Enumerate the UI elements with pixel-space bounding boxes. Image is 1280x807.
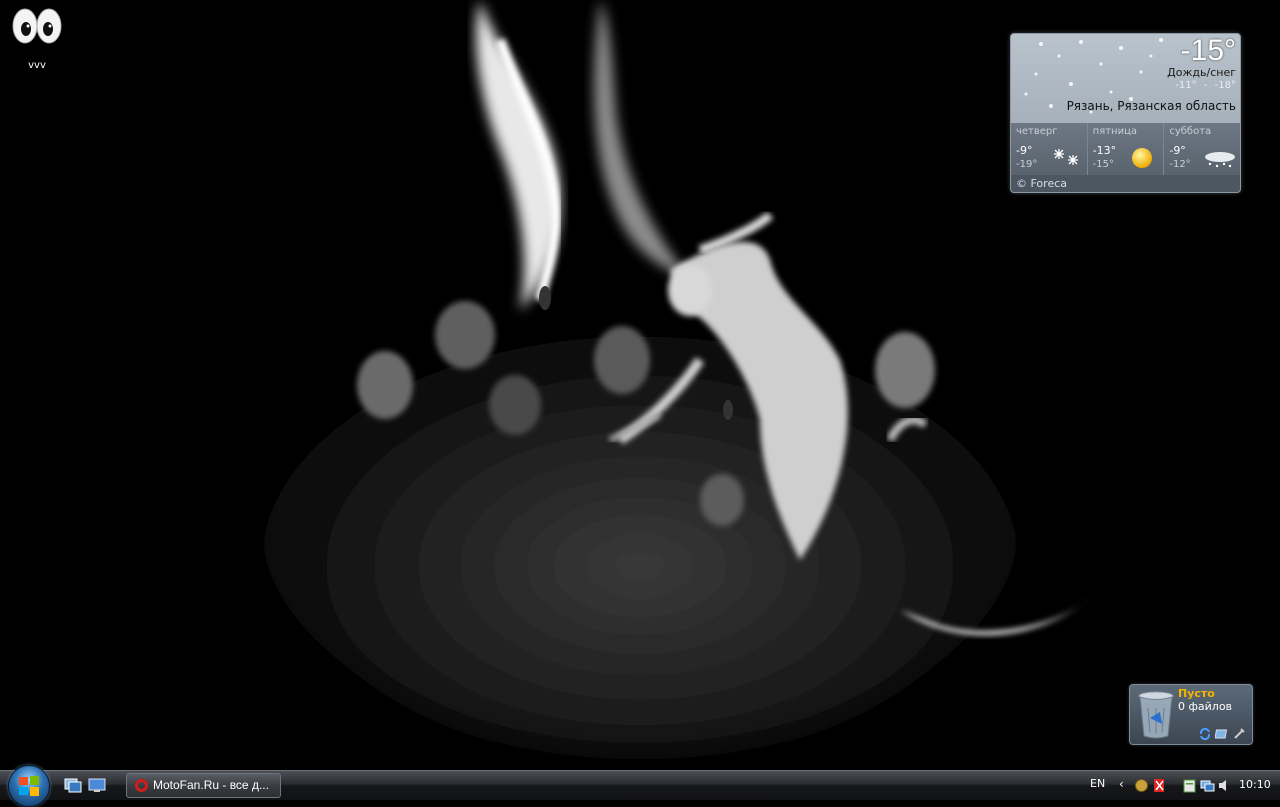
volume-icon[interactable] [1217, 778, 1232, 793]
forecast-day: пятница -13° -15° [1088, 123, 1165, 175]
show-desktop-icon[interactable] [88, 777, 106, 793]
range-high: -11° [1175, 80, 1197, 91]
range-separator: - [1203, 80, 1208, 91]
forecast-high: -9° [1169, 144, 1186, 157]
open-bin-icon[interactable] [1214, 726, 1229, 740]
switch-windows-icon[interactable] [64, 777, 82, 793]
weather-condition: Дождь/снег [1167, 66, 1236, 79]
windows-logo-icon [19, 776, 39, 796]
forecast-strip: четверг -9° -19° пятница -13° -15° суббо… [1011, 123, 1240, 175]
current-temperature: -15° [1180, 34, 1236, 67]
recycle-bin-icon [1138, 691, 1174, 739]
forecast-day: суббота -9° -12° [1164, 123, 1240, 175]
recycle-tools [1198, 726, 1246, 741]
snow-cloud-icon [1205, 152, 1236, 168]
forecast-low: -19° [1016, 159, 1038, 170]
forecast-day-name: четверг [1016, 126, 1058, 137]
taskbar-button-label: MotoFan.Ru - все д... [153, 778, 269, 792]
tray-expand-chevron-icon[interactable]: ‹ [1119, 777, 1124, 791]
forecast-day-name: пятница [1092, 126, 1138, 137]
refresh-icon[interactable] [1198, 726, 1212, 741]
start-button[interactable] [8, 765, 50, 807]
sun-icon [1132, 148, 1153, 168]
forecast-high: -9° [1016, 144, 1033, 157]
forecast-high: -13° [1092, 144, 1117, 157]
clipboard-icon[interactable] [1182, 778, 1197, 793]
range-low: -18° [1214, 80, 1236, 91]
forecast-day-name: суббота [1169, 126, 1212, 137]
opera-icon [135, 779, 148, 792]
googly-eyes-icon [12, 8, 62, 44]
weather-location: Рязань, Рязанская область [1066, 99, 1236, 113]
desktop-icon-label: vvv [28, 60, 46, 71]
desktop: vvv -15° Дождь/снег -11° - -18° Рязань, … [0, 0, 1280, 770]
system-clock[interactable]: 10:10 [1239, 778, 1271, 791]
language-indicator[interactable]: EN [1090, 777, 1105, 790]
snow-icon [1053, 149, 1078, 165]
network-icon[interactable] [1200, 778, 1215, 793]
forecast-low: -15° [1092, 159, 1115, 170]
recycle-bin-gadget[interactable]: Пусто 0 файлов [1129, 684, 1253, 745]
taskbar-button-opera[interactable]: MotoFan.Ru - все д... [126, 773, 281, 798]
weather-provider-link[interactable]: © Foreca [1011, 175, 1240, 192]
weather-gadget[interactable]: -15° Дождь/снег -11° - -18° Рязань, Ряза… [1010, 33, 1241, 193]
forecast-day: четверг -9° -19° [1011, 123, 1088, 175]
desktop-icon-vvv[interactable]: vvv [6, 6, 68, 71]
recycle-status: Пусто [1178, 687, 1215, 700]
taskbar: MotoFan.Ru - все д... EN ‹ 10:10 [0, 765, 1280, 807]
temperature-range: -11° - -18° [1175, 80, 1236, 91]
settings-icon[interactable] [1232, 726, 1246, 740]
recycle-file-count: 0 файлов [1178, 700, 1233, 713]
antivirus-icon[interactable] [1152, 778, 1167, 793]
network-globe-icon[interactable] [1134, 778, 1149, 793]
forecast-low: -12° [1169, 159, 1191, 170]
